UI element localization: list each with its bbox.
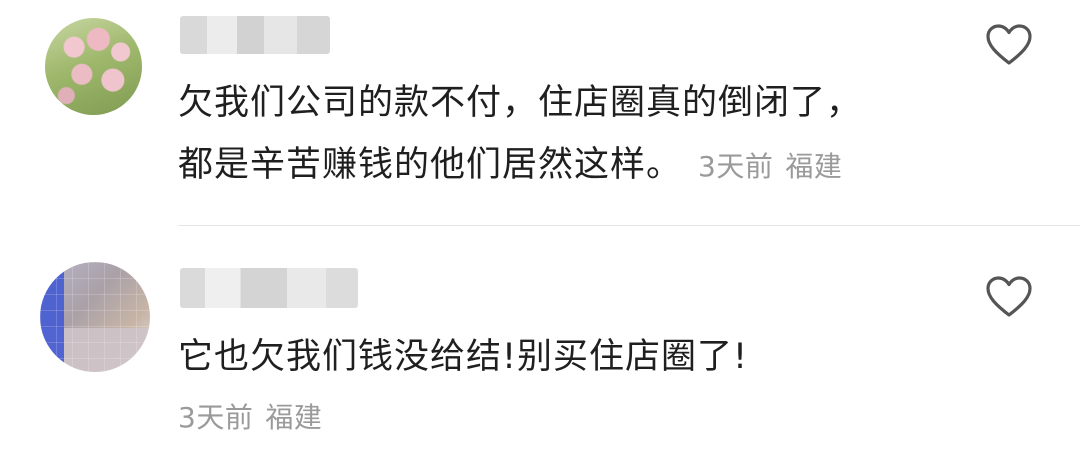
comment-location: 福建 <box>265 401 323 434</box>
comment-meta: 3天前 福建 <box>698 150 842 183</box>
like-button[interactable] <box>984 272 1034 322</box>
username-blurred[interactable] <box>180 16 330 54</box>
comment-list: 欠我们公司的款不付，住店圈真的倒闭了， 都是辛苦赚钱的他们居然这样。 3天前 福建 它… <box>0 0 1080 468</box>
heart-outline-icon <box>986 276 1032 317</box>
heart-outline-icon <box>986 24 1032 65</box>
comment-meta: 3天前 福建 <box>178 388 322 448</box>
avatar[interactable] <box>40 262 150 372</box>
comment-location: 福建 <box>785 150 843 183</box>
comment-time: 3天前 <box>698 150 774 183</box>
like-button[interactable] <box>984 20 1034 70</box>
comment-text-line: 它也欠我们钱没给结!别买住店圈了! <box>178 337 749 377</box>
comment-item: 欠我们公司的款不付，住店圈真的倒闭了， 都是辛苦赚钱的他们居然这样。 3天前 福建 <box>0 0 1080 226</box>
avatar[interactable] <box>45 18 142 115</box>
comment-text: 欠我们公司的款不付，住店圈真的倒闭了， 都是辛苦赚钱的他们居然这样。 3天前 福建 <box>178 72 938 198</box>
comment-text-line: 都是辛苦赚钱的他们居然这样。 <box>178 145 683 185</box>
comment-time: 3天前 <box>178 401 254 434</box>
comment-text-line: 欠我们公司的款不付，住店圈真的倒闭了， <box>178 83 863 123</box>
comment-text: 它也欠我们钱没给结!别买住店圈了! <box>178 326 938 388</box>
username-blurred[interactable] <box>180 268 358 308</box>
